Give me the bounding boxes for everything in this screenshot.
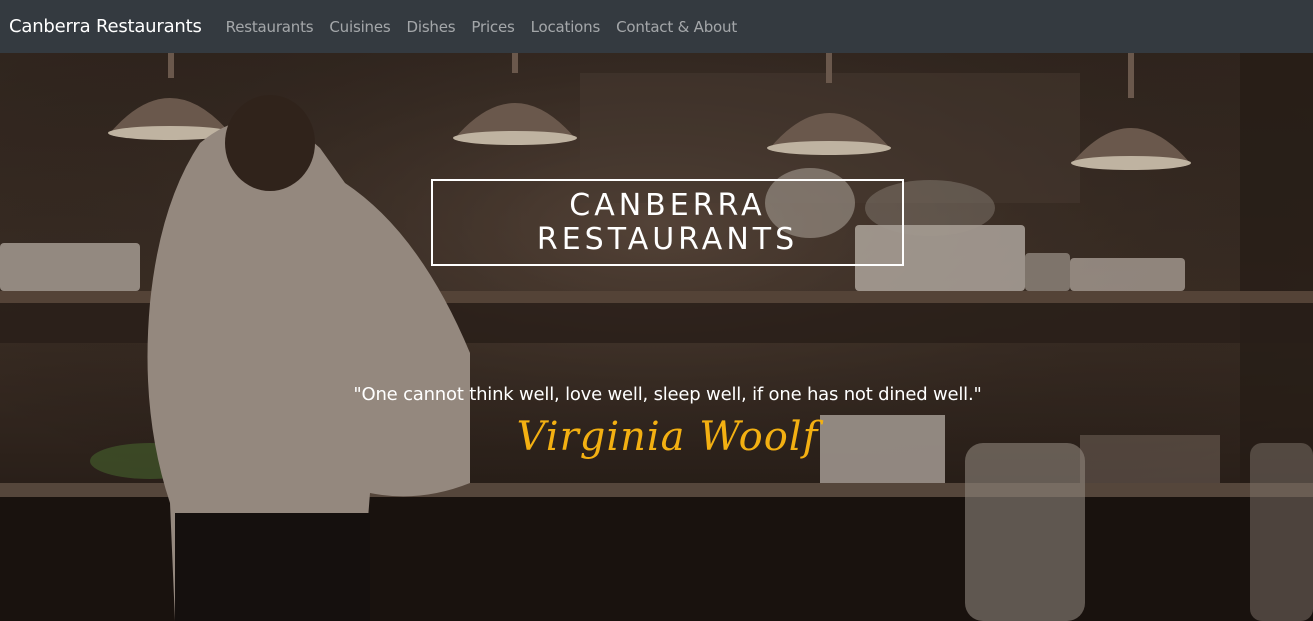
nav-link-dishes[interactable]: Dishes: [407, 18, 456, 36]
kitchen-background-image: [0, 53, 1313, 621]
nav-link-cuisines[interactable]: Cuisines: [329, 18, 390, 36]
nav-link-locations[interactable]: Locations: [531, 18, 601, 36]
hero-quote-author: Virginia Woolf: [516, 414, 819, 460]
brand-link[interactable]: Canberra Restaurants: [9, 16, 202, 37]
nav-link-restaurants[interactable]: Restaurants: [226, 18, 314, 36]
hero-title-box: CANBERRA RESTAURANTS: [431, 179, 904, 266]
navbar: Canberra Restaurants Restaurants Cuisine…: [0, 0, 1313, 53]
hero-title-line-2: RESTAURANTS: [536, 221, 799, 257]
nav-link-prices[interactable]: Prices: [471, 18, 514, 36]
nav-links: Restaurants Cuisines Dishes Prices Locat…: [226, 18, 753, 36]
hero-title-line-1: CANBERRA: [569, 187, 766, 223]
nav-link-contact-about[interactable]: Contact & About: [616, 18, 737, 36]
hero-quote: "One cannot think well, love well, sleep…: [353, 384, 982, 405]
hero-section: CANBERRA RESTAURANTS "One cannot think w…: [0, 53, 1313, 621]
